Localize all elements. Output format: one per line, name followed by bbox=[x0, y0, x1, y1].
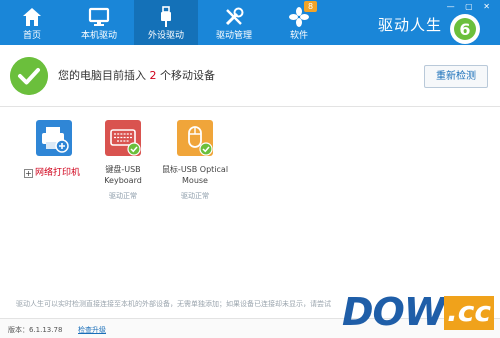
window-controls[interactable]: — ▢ ✕ bbox=[447, 2, 494, 11]
printer-icon bbox=[36, 120, 72, 156]
device-name: 鼠标-USB Optical Mouse bbox=[161, 165, 229, 185]
software-update-badge: 8 bbox=[304, 1, 317, 12]
brand-logo-digit: 6 bbox=[459, 20, 470, 39]
nav-tab-home[interactable]: 首页 bbox=[0, 0, 64, 45]
watermark-logo: DOWN .cc bbox=[336, 290, 494, 334]
nav-tab-external-drivers[interactable]: 外设驱动 bbox=[134, 0, 198, 45]
monitor-icon bbox=[88, 7, 110, 26]
nav-tab-software[interactable]: 8 软件 bbox=[270, 0, 328, 45]
device-status: 驱动正常 bbox=[181, 192, 209, 200]
nav-tab-local-drivers[interactable]: 本机驱动 bbox=[64, 0, 134, 45]
add-network-printer-link[interactable]: + 网络打印机 bbox=[24, 165, 80, 178]
device-count: 2 bbox=[149, 69, 157, 82]
device-status-row: 您的电脑目前插入 2 个移动设备 重新检测 bbox=[0, 45, 500, 107]
device-name: 键盘-USB Keyboard bbox=[104, 165, 142, 185]
plus-icon: + bbox=[24, 169, 33, 178]
nav-tab-label: 本机驱动 bbox=[80, 31, 117, 41]
detection-hint-text: 驱动人生可以实时检测直接连接至本机的外部设备，无需单独添加；如果设备已连接却未显… bbox=[16, 300, 331, 308]
nav-tab-label: 首页 bbox=[22, 31, 41, 41]
printer-link-label: 网络打印机 bbox=[35, 168, 81, 178]
rescan-button[interactable]: 重新检测 bbox=[424, 65, 488, 88]
brand-logo-icon: 6 bbox=[450, 14, 480, 44]
device-network-printer[interactable] bbox=[14, 120, 94, 160]
status-suffix: 个移动设备 bbox=[160, 69, 215, 82]
keyboard-icon bbox=[105, 120, 141, 156]
version-label: 版本：6.1.13.78 bbox=[8, 326, 63, 334]
check-icon bbox=[10, 57, 48, 95]
usb-icon bbox=[161, 6, 171, 27]
nav-tab-driver-management[interactable]: 驱动管理 bbox=[198, 0, 270, 45]
app-brand-name: 驱动人生 bbox=[378, 16, 443, 34]
watermark-suffix: .cc bbox=[444, 296, 494, 330]
nav-tab-label: 外设驱动 bbox=[147, 31, 184, 41]
check-upgrade-link[interactable]: 检查升级 bbox=[78, 325, 106, 335]
status-message: 您的电脑目前插入 2 个移动设备 bbox=[58, 67, 215, 83]
top-nav-bar: 首页 本机驱动 外设驱动 驱动管理 8 软件 — ▢ ✕ 驱动人生 6 bbox=[0, 0, 500, 45]
nav-tab-label: 软件 bbox=[289, 31, 308, 41]
nav-tab-label: 驱动管理 bbox=[215, 31, 252, 41]
device-usb-keyboard[interactable]: 键盘-USB Keyboard 驱动正常 bbox=[83, 120, 163, 201]
status-prefix: 您的电脑目前插入 bbox=[58, 69, 146, 82]
device-status: 驱动正常 bbox=[109, 192, 137, 200]
home-icon bbox=[23, 8, 41, 26]
mouse-icon bbox=[177, 120, 213, 156]
device-usb-mouse[interactable]: 鼠标-USB Optical Mouse 驱动正常 bbox=[155, 120, 235, 201]
tools-icon bbox=[225, 7, 244, 26]
